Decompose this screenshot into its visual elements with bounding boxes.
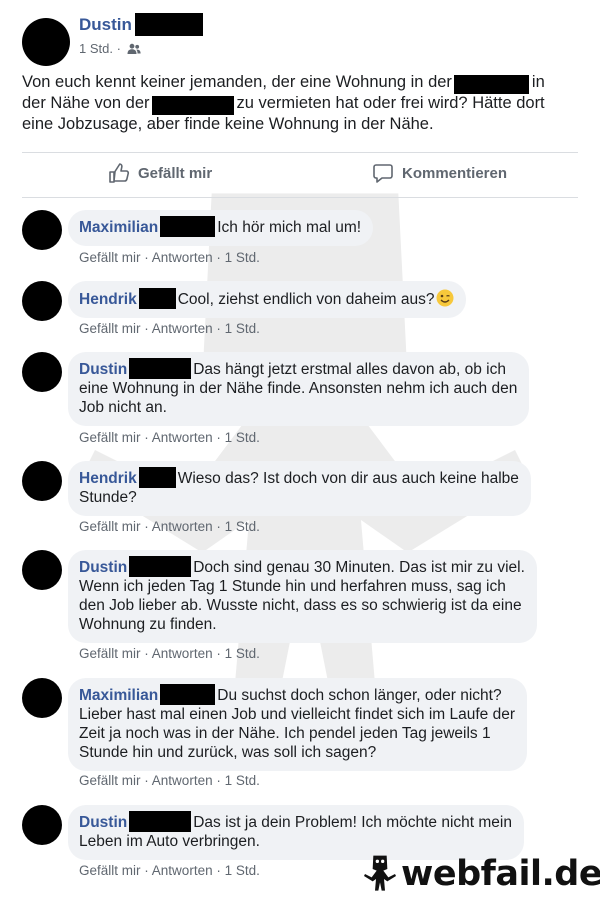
comment-actions: Gefällt mir · Antworten · 1 Std.: [79, 773, 260, 788]
thumbs-up-icon: [109, 163, 130, 183]
comment-actions: Gefällt mir · Antworten · 1 Std.: [79, 646, 260, 661]
comment-time[interactable]: 1 Std.: [225, 250, 260, 265]
redacted-surname: [135, 13, 203, 36]
commenter-name[interactable]: Hendrik: [79, 291, 137, 308]
post-text-line: Von euch kennt keiner jemanden, der eine…: [22, 72, 582, 94]
comment-time[interactable]: 1 Std.: [225, 519, 260, 534]
comment-reply-link[interactable]: Antworten: [152, 321, 213, 336]
speech-bubble-icon: [373, 164, 393, 183]
avatar[interactable]: [22, 18, 70, 66]
commenter-name[interactable]: Dustin: [79, 361, 127, 378]
friends-icon: [127, 43, 141, 54]
watermark-text: webfail.de: [401, 854, 600, 894]
post-header: Dustin 1 Std. ·: [22, 10, 582, 66]
post-time[interactable]: 1 Std.: [79, 41, 113, 56]
avatar[interactable]: [22, 678, 62, 718]
comment-actions: Gefällt mir · Antworten · 1 Std.: [79, 321, 260, 336]
commenter-name[interactable]: Maximilian: [79, 219, 158, 236]
avatar[interactable]: [22, 352, 62, 392]
comment-reply-link[interactable]: Antworten: [152, 250, 213, 265]
comment-bubble: Dustin Das hängt jetzt erstmal alles davo…: [68, 352, 530, 426]
comment-bubble: Hendrik Wieso das? Ist doch von dir aus a…: [68, 461, 531, 516]
avatar[interactable]: [22, 210, 62, 250]
post-text: Von euch kennt keiner jemanden, der eine…: [22, 72, 582, 135]
comment-time[interactable]: 1 Std.: [225, 646, 260, 661]
comment-actions: Gefällt mir · Antworten · 1 Std.: [79, 519, 260, 534]
comment-like-link[interactable]: Gefällt mir: [79, 321, 141, 336]
commenter-name[interactable]: Dustin: [79, 814, 127, 831]
comment-actions: Gefällt mir · Antworten · 1 Std.: [79, 863, 260, 878]
post-text-line: eine Jobzusage, aber finde keine Wohnung…: [22, 115, 434, 133]
like-button-label: Gefällt mir: [138, 164, 213, 182]
comment-like-link[interactable]: Gefällt mir: [79, 250, 141, 265]
redacted-surname: [160, 215, 216, 237]
redacted-surname: [138, 466, 176, 488]
comment-bubble: Maximilian Du suchst doch schon länger, o…: [68, 678, 527, 771]
post-text-line: der Nähe von der zu vermieten hat oder fr…: [22, 93, 582, 115]
facebook-post: Dustin 1 Std. · Von euch kennt keiner je…: [0, 0, 600, 899]
commenter-name[interactable]: Dustin: [79, 559, 127, 576]
comment-bubble: Dustin Doch sind genau 30 Minuten. Das is…: [68, 550, 537, 643]
comment-button[interactable]: Kommentieren: [372, 162, 507, 184]
comment-like-link[interactable]: Gefällt mir: [79, 773, 141, 788]
comment-actions: Gefällt mir · Antworten · 1 Std.: [79, 250, 260, 265]
comment-bubble: Maximilian Ich hör mich mal um!: [68, 210, 374, 246]
redacted-surname: [138, 287, 176, 309]
avatar[interactable]: [22, 461, 62, 501]
redacted-place: [151, 95, 234, 115]
comment-actions: Gefällt mir · Antworten · 1 Std.: [79, 430, 260, 445]
comment-like-link[interactable]: Gefällt mir: [79, 646, 141, 661]
comment-like-link[interactable]: Gefällt mir: [79, 863, 141, 878]
comment-reply-link[interactable]: Antworten: [152, 863, 213, 878]
comment-reply-link[interactable]: Antworten: [152, 646, 213, 661]
comment-like-link[interactable]: Gefällt mir: [79, 519, 141, 534]
comment-time[interactable]: 1 Std.: [225, 773, 260, 788]
comment-bubble: Hendrik Cool, ziehst endlich von daheim a…: [68, 281, 467, 318]
post-meta: 1 Std. ·: [79, 41, 141, 56]
webfail-watermark: webfail.de: [363, 852, 600, 896]
comment-reply-link[interactable]: Antworten: [152, 519, 213, 534]
redacted-surname: [129, 357, 192, 379]
comment-like-link[interactable]: Gefällt mir: [79, 430, 141, 445]
comment-button-label: Kommentieren: [402, 164, 508, 182]
avatar[interactable]: [22, 281, 62, 321]
redacted-surname: [129, 810, 192, 832]
redacted-surname: [160, 683, 216, 705]
comment-time[interactable]: 1 Std.: [225, 430, 260, 445]
like-button[interactable]: Gefällt mir: [108, 162, 212, 184]
avatar[interactable]: [22, 805, 62, 845]
comment-time[interactable]: 1 Std.: [225, 321, 260, 336]
post-author-name[interactable]: Dustin: [79, 15, 132, 35]
winking-face-emoji: [436, 289, 454, 307]
comment-reply-link[interactable]: Antworten: [152, 430, 213, 445]
comment-reply-link[interactable]: Antworten: [152, 773, 213, 788]
webfail-mascot-icon: [364, 855, 396, 891]
commenter-name[interactable]: Hendrik: [79, 470, 137, 487]
redacted-place: [453, 74, 529, 94]
post-actions-bar: Gefällt mir Kommentieren: [0, 162, 600, 192]
divider: [22, 152, 578, 153]
avatar[interactable]: [22, 550, 62, 590]
redacted-surname: [129, 555, 192, 577]
divider: [22, 197, 578, 198]
comment-time[interactable]: 1 Std.: [225, 863, 260, 878]
commenter-name[interactable]: Maximilian: [79, 687, 158, 704]
